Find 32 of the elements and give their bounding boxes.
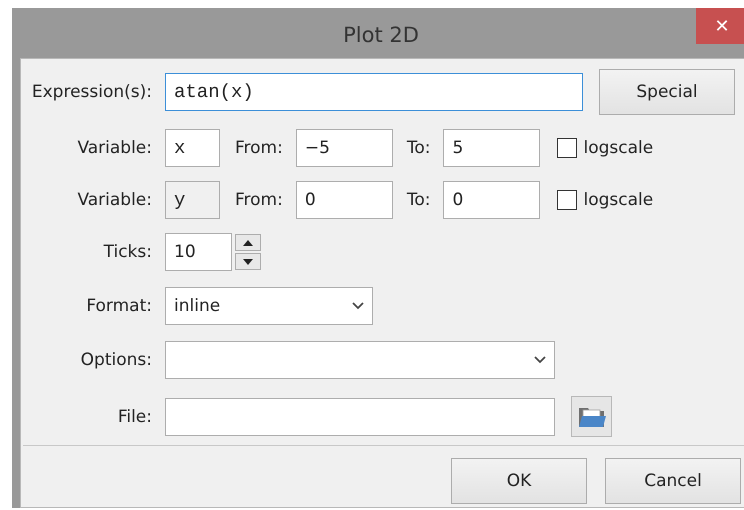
expression-field[interactable]: atan(x) — [165, 73, 583, 111]
logscale-checkbox[interactable] — [557, 138, 578, 158]
ticks-field[interactable]: 10 — [165, 233, 232, 271]
increment-button[interactable] — [235, 234, 261, 251]
field-label: Variable: — [76, 190, 152, 210]
field-label: To: — [406, 138, 430, 158]
chevron-down-icon — [534, 356, 546, 364]
window-title: Plot 2D — [343, 23, 419, 47]
variable-field[interactable]: x — [165, 129, 220, 167]
field-label: Variable: — [76, 138, 152, 158]
field-label: Format: — [85, 296, 152, 316]
field-label: File: — [116, 406, 152, 426]
field-label: From: — [235, 190, 283, 210]
up-arrow-icon — [243, 240, 253, 246]
field-label: Options: — [80, 350, 152, 370]
format-dropdown[interactable]: inline — [165, 287, 373, 325]
to-field[interactable]: 5 — [443, 129, 540, 167]
browse-button[interactable] — [571, 396, 612, 437]
chevron-down-icon — [352, 302, 364, 310]
checkbox-label[interactable]: logscale — [583, 138, 654, 158]
field-label: From: — [235, 138, 283, 158]
field-label: To: — [406, 190, 430, 210]
field-label: Expression(s): — [30, 82, 152, 102]
dialog-button[interactable]: Cancel — [605, 458, 741, 504]
down-arrow-icon — [243, 258, 253, 264]
decrement-button[interactable] — [235, 253, 261, 270]
file-field[interactable] — [165, 398, 555, 436]
dialog-button[interactable]: OK — [451, 458, 587, 504]
from-field[interactable]: −5 — [296, 129, 393, 167]
close-button[interactable]: ✕ — [696, 8, 744, 44]
special-button[interactable]: Special — [599, 69, 735, 115]
field-label: Ticks: — [102, 242, 152, 262]
